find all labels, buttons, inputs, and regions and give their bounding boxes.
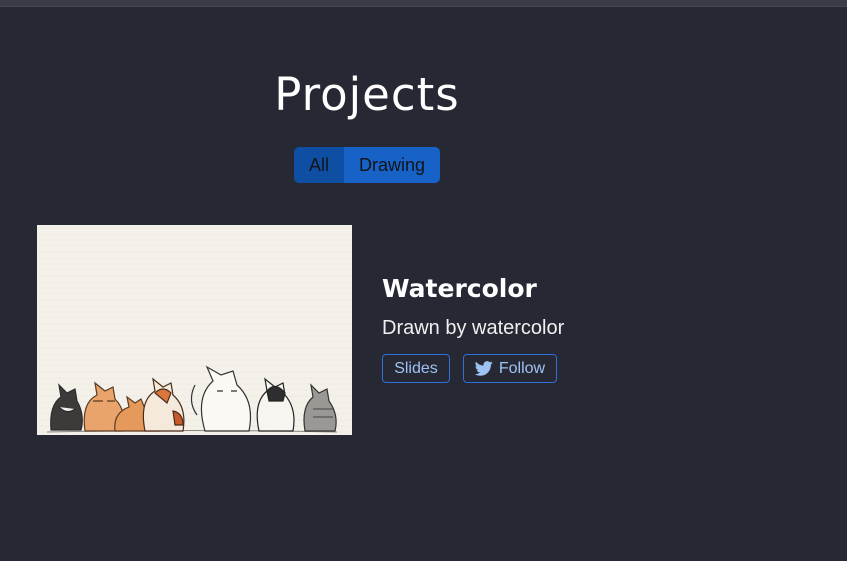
follow-button[interactable]: Follow [463,354,557,383]
cats-illustration [37,225,352,435]
project-title: Watercolor [382,274,537,303]
project-thumbnail[interactable] [37,225,352,435]
slides-button[interactable]: Slides [382,354,450,383]
twitter-icon [474,361,493,376]
follow-button-label: Follow [498,359,546,377]
page-title: Projects [274,68,460,121]
filter-drawing-button[interactable]: Drawing [344,147,440,183]
top-bar [0,0,847,7]
project-description: Drawn by watercolor [382,317,565,339]
filter-all-button[interactable]: All [294,147,344,183]
slides-button-label: Slides [394,359,438,377]
filter-group: All Drawing [294,147,440,183]
